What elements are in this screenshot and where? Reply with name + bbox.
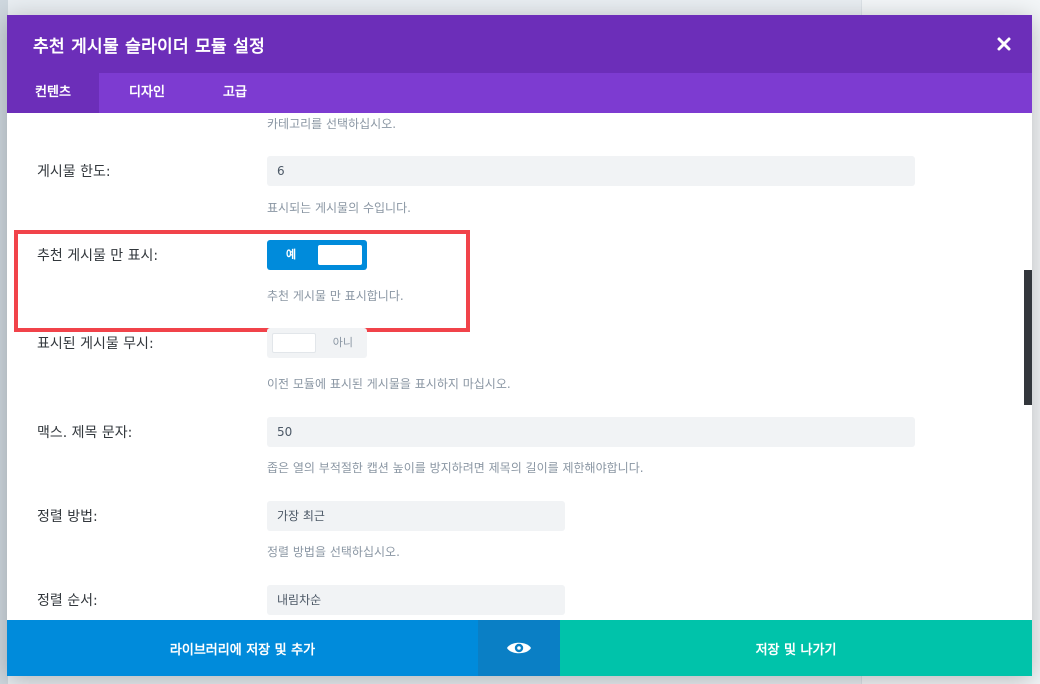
- close-icon: [997, 37, 1011, 51]
- tab-design[interactable]: 디자인: [111, 73, 183, 113]
- modal-header: 추천 게시물 슬라이더 모듈 설정: [7, 15, 1032, 73]
- sort-method-label: 정렬 방법:: [37, 509, 98, 525]
- ignore-displayed-label: 표시된 게시물 무시:: [37, 336, 154, 352]
- post-limit-input[interactable]: 6: [267, 156, 915, 186]
- toggle-knob: [272, 333, 316, 353]
- post-limit-label: 게시물 한도:: [37, 164, 111, 180]
- modal-footer: 라이브러리에 저장 및 추가 저장 및 나가기: [7, 620, 1032, 676]
- preview-button[interactable]: [478, 620, 560, 676]
- post-limit-description: 표시되는 게시물의 수입니다.: [267, 201, 411, 215]
- sort-order-select[interactable]: 내림차순: [267, 585, 565, 615]
- tab-content[interactable]: 컨텐츠: [7, 73, 99, 113]
- eye-icon: [507, 642, 531, 654]
- max-title-chars-label: 맥스. 제목 문자:: [37, 425, 133, 441]
- ignore-displayed-description: 이전 모듈에 표시된 게시물을 표시하지 마십시오.: [267, 377, 511, 391]
- sort-order-label: 정렬 순서:: [37, 593, 98, 609]
- module-settings-modal: 추천 게시물 슬라이더 모듈 설정 컨텐츠 디자인 고급 카테고리를 선택하십시…: [7, 15, 1032, 676]
- settings-body: 카테고리를 선택하십시오. 게시물 한도: 6 표시되는 게시물의 수입니다. …: [7, 113, 1032, 620]
- settings-tabs: 컨텐츠 디자인 고급: [7, 73, 1032, 113]
- max-title-chars-description: 좁은 열의 부적절한 캡션 높이를 방지하려면 제목의 길이를 제한해야합니다.: [267, 461, 644, 475]
- save-to-library-button[interactable]: 라이브러리에 저장 및 추가: [7, 620, 478, 676]
- modal-title: 추천 게시물 슬라이더 모듈 설정: [33, 37, 266, 57]
- sort-method-select[interactable]: 가장 최근: [267, 501, 565, 531]
- save-and-exit-button[interactable]: 저장 및 나가기: [560, 620, 1032, 676]
- scrollbar[interactable]: [1024, 270, 1032, 405]
- toggle-off-label: 아니: [332, 336, 353, 349]
- close-button[interactable]: [994, 34, 1014, 54]
- highlight-box: [14, 230, 470, 332]
- tab-advanced[interactable]: 고급: [203, 73, 267, 113]
- sort-method-description: 정렬 방법을 선택하십시오.: [267, 545, 400, 559]
- category-description: 카테고리를 선택하십시오.: [267, 117, 397, 131]
- ignore-displayed-toggle[interactable]: 아니: [267, 328, 367, 358]
- max-title-chars-input[interactable]: 50: [267, 417, 915, 447]
